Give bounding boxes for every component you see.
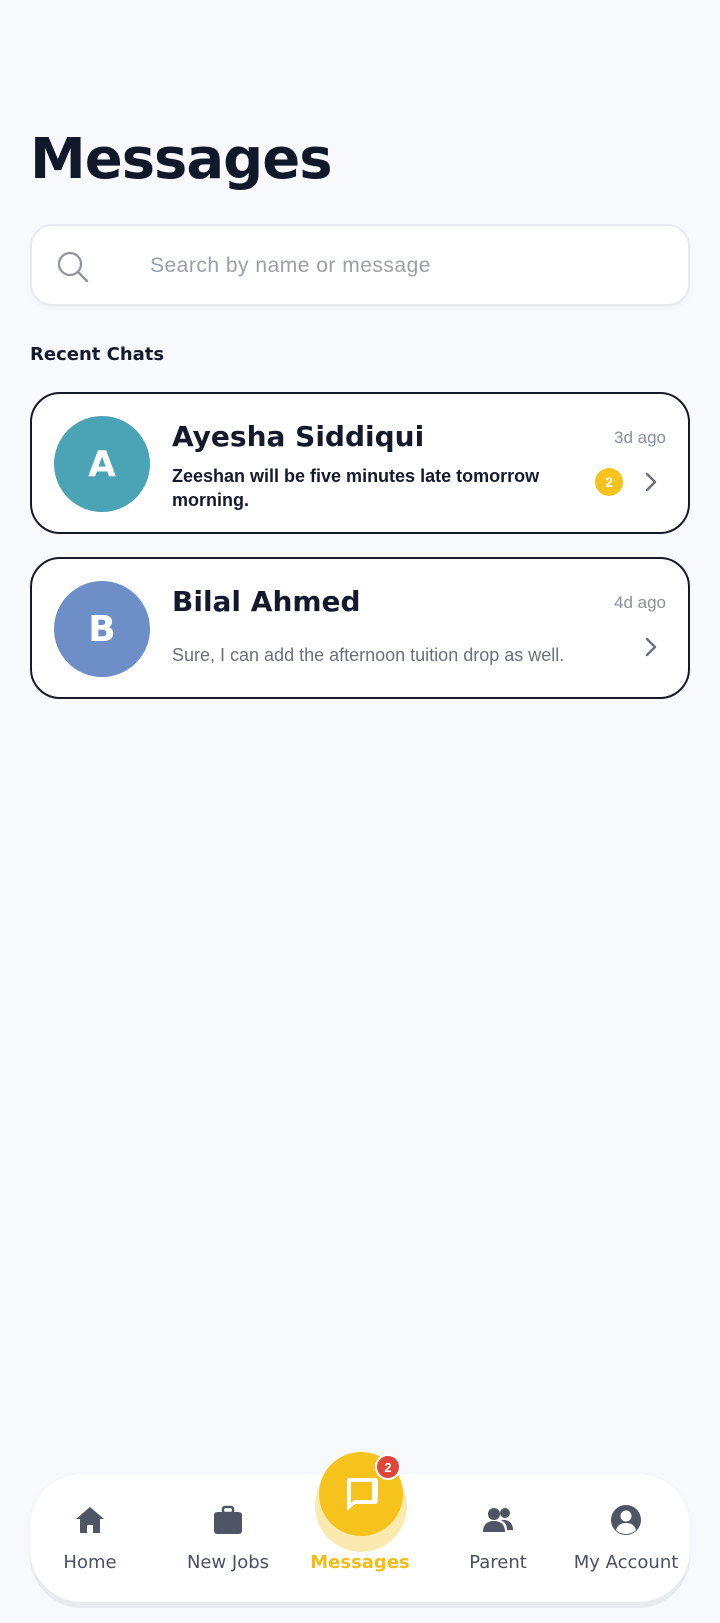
chat-preview: Zeeshan will be five minutes late tomorr… bbox=[172, 466, 540, 510]
nav-label-home: Home bbox=[63, 1552, 117, 1573]
chat-preview: Sure, I can add the afternoon tuition dr… bbox=[172, 645, 565, 665]
search-icon bbox=[57, 251, 89, 283]
chat-icon bbox=[347, 1478, 378, 1511]
chat-name: Ayesha Siddiqui bbox=[172, 420, 425, 453]
nav-item-parent[interactable]: Parent bbox=[438, 1474, 558, 1602]
search-bar[interactable] bbox=[30, 224, 690, 306]
chevron-right-icon bbox=[645, 472, 657, 492]
chat-item-ayesha-siddiqui[interactable]: A Ayesha Siddiqui 3d ago Zeeshan will be… bbox=[30, 392, 690, 534]
avatar-initial: B bbox=[88, 608, 116, 650]
messages-count-badge: 2 bbox=[375, 1454, 401, 1480]
nav-label-new-jobs: New Jobs bbox=[186, 1552, 270, 1573]
users-icon bbox=[483, 1508, 513, 1532]
avatar: A bbox=[54, 416, 150, 512]
nav-label-my-account: My Account bbox=[573, 1552, 679, 1573]
nav-item-new-jobs[interactable]: New Jobs bbox=[168, 1474, 288, 1602]
chat-name: Bilal Ahmed bbox=[172, 585, 361, 618]
account-icon bbox=[611, 1505, 641, 1535]
chat-timestamp: 3d ago bbox=[614, 428, 666, 447]
unread-count-badge: 2 bbox=[595, 468, 623, 496]
briefcase-icon bbox=[214, 1505, 242, 1534]
nav-label-parent: Parent bbox=[469, 1552, 527, 1573]
home-icon bbox=[76, 1507, 104, 1533]
chat-item-bilal-ahmed[interactable]: B Bilal Ahmed 4d ago Sure, I can add the… bbox=[30, 557, 690, 699]
nav-item-my-account[interactable]: My Account bbox=[562, 1474, 690, 1602]
messages-fab-button[interactable]: 2 bbox=[315, 1452, 407, 1552]
chat-timestamp: 4d ago bbox=[614, 593, 666, 612]
nav-item-home[interactable]: Home bbox=[30, 1474, 150, 1602]
avatar: B bbox=[54, 581, 150, 677]
recent-chats-heading: Recent Chats bbox=[30, 344, 165, 365]
avatar-initial: A bbox=[88, 443, 116, 485]
chevron-right-icon bbox=[645, 637, 657, 657]
nav-label-messages: Messages bbox=[310, 1552, 410, 1573]
search-input[interactable] bbox=[150, 248, 650, 284]
page-title: Messages bbox=[30, 127, 333, 192]
